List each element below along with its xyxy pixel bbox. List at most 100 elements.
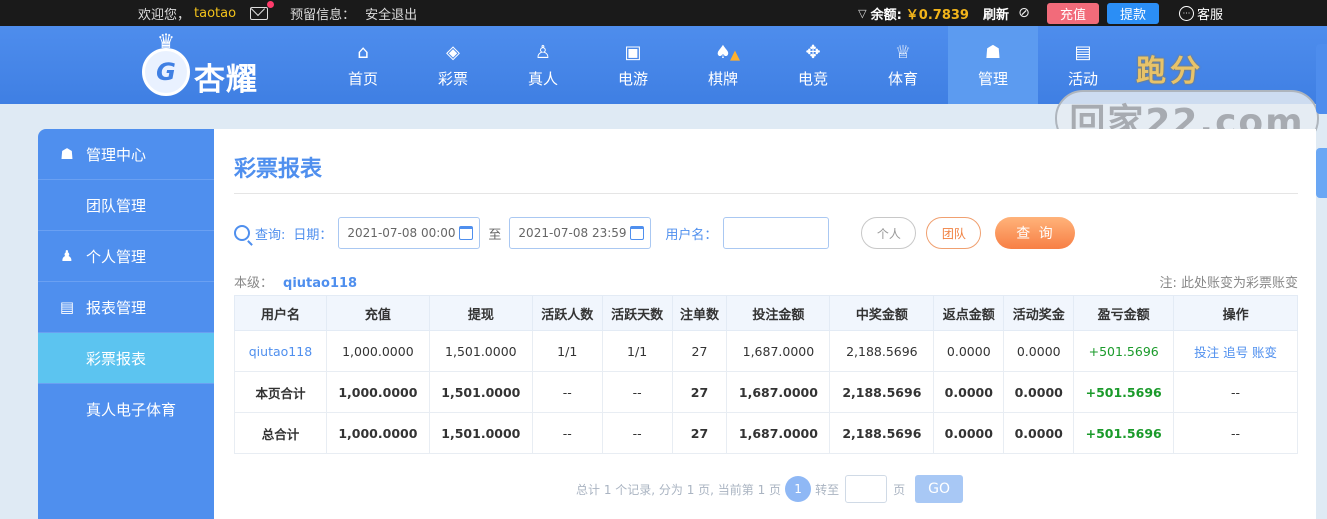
cell: 0.0000	[933, 330, 1005, 372]
main-panel: 彩票报表 查询: 日期： 2021-07-08 00:00 至 2021-07-…	[214, 129, 1316, 519]
hot-flame-icon: ▲	[730, 48, 740, 63]
cell: 1/1	[531, 330, 603, 372]
col-header: 活跃人数	[531, 295, 603, 331]
cell: --	[601, 371, 673, 413]
top-bar: 欢迎您， taotao 预留信息： 安全退出 ▽ 余额: ￥0.7839 刷新 …	[0, 0, 1327, 26]
refresh-link[interactable]: 刷新	[983, 4, 1009, 23]
query-button[interactable]: 查 询	[995, 217, 1076, 249]
date-from-value: 2021-07-08 00:00	[347, 226, 456, 240]
cell-profit: +501.5696	[1073, 371, 1175, 413]
sidebar-item-lottery-report[interactable]: 彩票报表	[38, 333, 214, 384]
cell: 总合计	[234, 412, 327, 454]
personal-button[interactable]: 个人	[861, 217, 917, 249]
nav-item-live[interactable]: ♙ 真人	[498, 26, 588, 104]
cell: 0.0000	[933, 371, 1005, 413]
col-header: 盈亏金额	[1073, 295, 1175, 331]
nav-item-esports[interactable]: ✥ 电竞	[768, 26, 858, 104]
username-input[interactable]	[723, 217, 830, 249]
go-button[interactable]: GO	[915, 475, 964, 503]
cell: 1,501.0000	[428, 330, 533, 372]
users-icon: ☗	[60, 145, 74, 163]
level-info: 本级： qiutao118	[234, 272, 357, 291]
calendar-icon[interactable]	[630, 226, 645, 240]
sidebar-item-label: 团队管理	[86, 196, 147, 215]
chevron-down-icon[interactable]: ▽	[858, 7, 866, 20]
notification-dot	[267, 0, 275, 8]
divider	[234, 193, 1298, 194]
username-label: 用户名：	[665, 227, 718, 243]
cell-operations[interactable]: 投注 追号 账变	[1173, 330, 1298, 372]
sidebar-item-reports[interactable]: ▤ 报表管理	[38, 282, 214, 333]
date-from-input[interactable]: 2021-07-08 00:00	[338, 217, 481, 249]
sidebar-item-personal[interactable]: ♟ 个人管理	[38, 231, 214, 282]
nav-item-slots[interactable]: ▣ 电游	[588, 26, 678, 104]
date-to-input[interactable]: 2021-07-08 23:59	[509, 217, 652, 249]
nav-label: 彩票	[437, 69, 468, 88]
nav-item-lottery[interactable]: ◈ 彩票	[408, 26, 498, 104]
nav-item-manage[interactable]: ☗ 管理	[948, 26, 1038, 104]
level-label: 本级：	[234, 276, 274, 291]
person-icon: ♙	[534, 42, 552, 63]
cell: 1,501.0000	[428, 371, 533, 413]
home-icon: ⌂	[357, 42, 369, 63]
floating-tab[interactable]	[1316, 44, 1327, 114]
service-label: 客服	[1196, 7, 1223, 23]
trophy-icon: ♕	[894, 42, 912, 63]
cell: 1,000.0000	[325, 371, 430, 413]
cell-username[interactable]: qiutao118	[234, 330, 327, 372]
sidebar-item-label: 真人电子体育	[86, 401, 177, 419]
nav-label: 棋牌	[707, 69, 738, 88]
table-row: qiutao118 1,000.0000 1,501.0000 1/1 1/1 …	[234, 330, 1298, 372]
right-floating-tabs	[1316, 26, 1327, 519]
cell-profit: +501.5696	[1073, 412, 1175, 454]
team-button[interactable]: 团队	[926, 217, 982, 249]
balance-label: 余额:	[870, 7, 902, 23]
cell: 27	[671, 330, 728, 372]
sidebar-item-manage-center[interactable]: ☗ 管理中心	[38, 129, 214, 180]
col-header: 注单数	[671, 295, 728, 331]
col-header: 中奖金额	[829, 295, 935, 331]
query-bar: 查询: 日期： 2021-07-08 00:00 至 2021-07-08 23…	[234, 217, 1076, 249]
goto-page-input[interactable]	[845, 475, 888, 503]
cell: 0.0000	[933, 412, 1005, 454]
sidebar-item-label: 彩票报表	[86, 349, 147, 368]
calendar-icon[interactable]	[459, 226, 474, 240]
pager-summary: 总计 1 个记录, 分为 1 页, 当前第 1 页	[576, 482, 782, 497]
promo-banner[interactable]: 跑分	[1136, 46, 1204, 90]
logout-link[interactable]: 安全退出	[365, 4, 417, 23]
cell: 0.0000	[1003, 412, 1075, 454]
withdraw-button[interactable]: 提款	[1106, 2, 1159, 24]
sidebar-item-live-report[interactable]: 真人电子体育	[38, 384, 214, 435]
search-icon	[234, 225, 250, 241]
mail-icon[interactable]	[250, 0, 275, 20]
report-table: 用户名 充值 提现 活跃人数 活跃天数 注单数 投注金额 中奖金额 返点金额 活…	[234, 295, 1298, 454]
nav-item-home[interactable]: ⌂ 首页	[318, 26, 408, 104]
nav-label: 真人	[527, 69, 558, 88]
nav-label: 首页	[347, 69, 378, 88]
col-header: 投注金额	[726, 295, 831, 331]
cell: 1,687.0000	[726, 371, 831, 413]
username[interactable]: taotao	[194, 6, 236, 21]
col-header: 活动奖金	[1003, 295, 1075, 331]
logo[interactable]: ♛ G 杏耀	[138, 31, 288, 98]
nav-item-cards[interactable]: ♠ ▲ 棋牌	[678, 26, 768, 104]
users-icon: ☗	[984, 42, 1002, 63]
cell: --	[601, 412, 673, 454]
table-header-row: 用户名 充值 提现 活跃人数 活跃天数 注单数 投注金额 中奖金额 返点金额 活…	[234, 295, 1298, 331]
recharge-button[interactable]: 充值	[1046, 2, 1099, 24]
table-row-page-total: 本页合计 1,000.0000 1,501.0000 -- -- 27 1,68…	[234, 371, 1298, 413]
table-row-grand-total: 总合计 1,000.0000 1,501.0000 -- -- 27 1,687…	[234, 412, 1298, 454]
nav-label: 电游	[617, 69, 648, 88]
nav-item-sports[interactable]: ♕ 体育	[858, 26, 948, 104]
cell: 1,687.0000	[726, 330, 831, 372]
cell: 27	[671, 371, 728, 413]
customer-service-link[interactable]: ··· 客服	[1178, 4, 1223, 23]
page-number-current[interactable]: 1	[785, 476, 812, 502]
col-header: 返点金额	[933, 295, 1005, 331]
col-header: 用户名	[234, 295, 327, 331]
pagination: 总计 1 个记录, 分为 1 页, 当前第 1 页 1 转至 页 GO	[576, 475, 964, 503]
sidebar-item-team[interactable]: 团队管理	[38, 180, 214, 231]
col-header: 提现	[428, 295, 533, 331]
eye-hide-icon[interactable]: ⊘	[1015, 5, 1033, 21]
floating-tab[interactable]	[1316, 148, 1327, 198]
